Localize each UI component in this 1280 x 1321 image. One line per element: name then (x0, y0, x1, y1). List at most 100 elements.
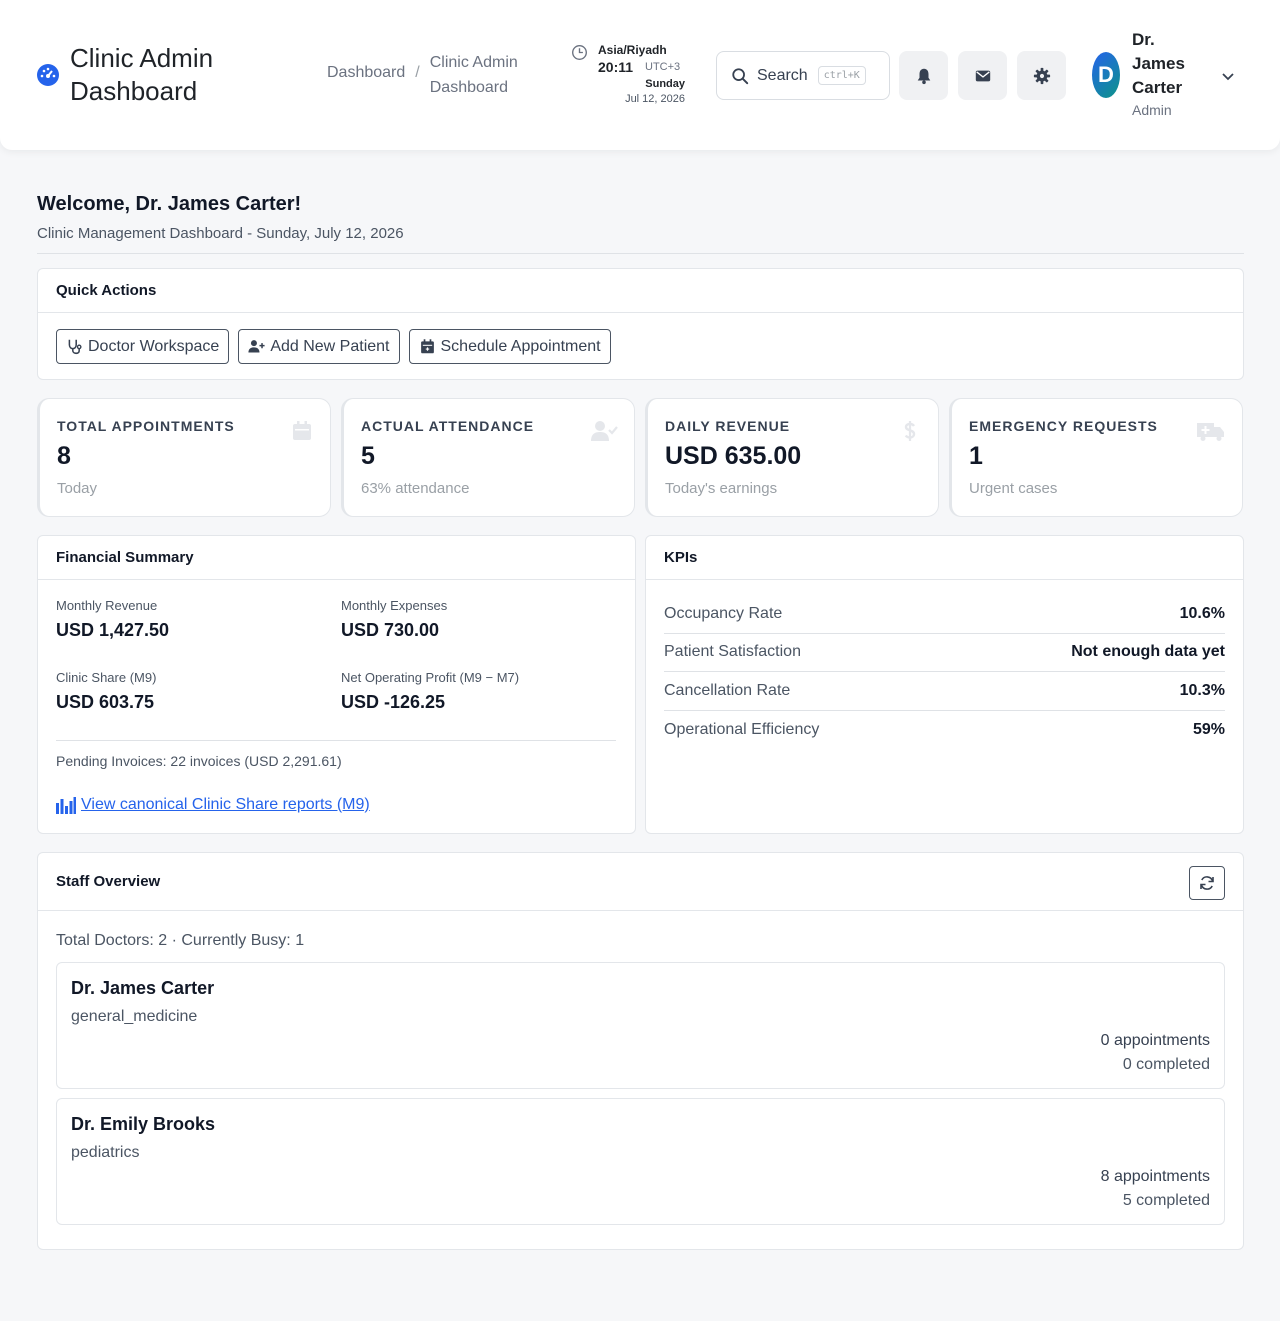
chart-bar-icon (56, 796, 76, 814)
page-title: Welcome, Dr. James Carter! (37, 193, 302, 215)
stat-card-total-appointments: TOTAL APPOINTMENTS 8 Today (37, 398, 331, 517)
stat-value: 8 (57, 442, 71, 470)
doctor-workspace-label: Doctor Workspace (88, 337, 220, 355)
divider (37, 253, 1244, 254)
stat-label: DAILY REVENUE (665, 418, 791, 434)
pending-invoices: Pending Invoices: 22 invoices (USD 2,291… (56, 753, 342, 769)
doctor-name: Dr. Emily Brooks (71, 1114, 216, 1134)
schedule-appointment-button[interactable]: Schedule Appointment (408, 329, 611, 364)
kpi-label: Operational Efficiency (664, 720, 820, 738)
user-menu[interactable]: Dr. James Carter Admin (1132, 28, 1202, 118)
stat-subtext: Urgent cases (969, 480, 1058, 497)
financial-summary-card: Financial Summary Monthly Revenue USD 1,… (37, 535, 636, 834)
gauge-icon (37, 64, 59, 86)
stat-subtext: Today (57, 480, 98, 497)
stat-card-emergency-requests: EMERGENCY REQUESTS 1 Urgent cases (949, 398, 1243, 517)
kpi-label: Patient Satisfaction (664, 643, 801, 661)
refresh-button[interactable] (1189, 866, 1225, 900)
clock-time: 20:11 (598, 59, 634, 75)
stat-subtext: Today's earnings (665, 480, 778, 497)
clinic-share-reports-label: View canonical Clinic Share reports (M9) (81, 796, 370, 813)
fin-monthly-expenses: Monthly Expenses USD 730.00 (341, 598, 621, 641)
doctor-specialty: general_medicine (71, 1008, 198, 1025)
dollar-icon (904, 421, 916, 441)
kpi-row-operational-efficiency: Operational Efficiency 59% (664, 711, 1225, 750)
fin-value: USD 1,427.50 (56, 620, 170, 640)
brand[interactable]: Clinic Admin Dashboard (36, 42, 270, 108)
schedule-appointment-label: Schedule Appointment (440, 337, 601, 355)
stat-value: 5 (361, 442, 375, 470)
kpi-label: Cancellation Rate (664, 681, 791, 699)
kpis-title: KPIs (646, 536, 1243, 580)
refresh-icon (1200, 876, 1214, 890)
user-plus-icon (248, 340, 265, 353)
doctor-card[interactable]: Dr. Emily Brooks pediatrics 8 appointmen… (56, 1098, 1225, 1225)
stat-value: USD 635.00 (665, 442, 802, 470)
avatar[interactable]: D (1092, 52, 1120, 98)
user-check-icon (591, 421, 618, 441)
kpi-row-patient-satisfaction: Patient Satisfaction Not enough data yet (664, 634, 1225, 672)
quick-actions-title: Quick Actions (38, 269, 1243, 313)
add-new-patient-label: Add New Patient (270, 337, 390, 355)
fin-label: Monthly Expenses (341, 598, 448, 613)
kpi-value: 10.6% (1179, 604, 1225, 622)
clinic-share-reports-link[interactable]: View canonical Clinic Share reports (M9) (56, 796, 370, 814)
kpi-value: Not enough data yet (1071, 643, 1225, 661)
bell-icon (917, 68, 930, 84)
kpi-value: 59% (1192, 720, 1225, 738)
page-subtitle: Clinic Management Dashboard - Sunday, Ju… (37, 225, 404, 242)
user-name: Dr. James Carter (1132, 30, 1185, 97)
kpi-row-cancellation-rate: Cancellation Rate 10.3% (664, 672, 1225, 711)
doctor-workspace-button[interactable]: Doctor Workspace (56, 329, 230, 364)
clock-utc-offset: UTC+3 (645, 61, 681, 73)
calendar-icon (293, 421, 311, 440)
divider (56, 740, 616, 741)
clock-icon (572, 45, 587, 60)
staff-overview-title: Staff Overview (38, 853, 1243, 911)
doctor-card[interactable]: Dr. James Carter general_medicine 0 appo… (56, 962, 1225, 1089)
envelope-icon (975, 70, 990, 81)
timezone-clock: Asia/Riyadh 20:11 UTC+3 Sunday Jul 12, 2… (571, 43, 686, 107)
chevron-down-icon[interactable] (1220, 68, 1236, 84)
add-new-patient-button[interactable]: Add New Patient (238, 329, 400, 364)
financial-summary-title: Financial Summary (38, 536, 635, 580)
doctor-specialty: pediatrics (71, 1144, 140, 1161)
clock-timezone: Asia/Riyadh (598, 43, 667, 57)
fin-label: Net Operating Profit (M9 − M7) (341, 670, 520, 685)
stethoscope-icon (68, 339, 82, 355)
search-icon (732, 67, 749, 84)
clock-weekday: Sunday (645, 78, 685, 90)
breadcrumb-separator: / (415, 64, 420, 81)
doctor-completed: 5 completed (1122, 1192, 1210, 1209)
fin-net-operating-profit: Net Operating Profit (M9 − M7) USD -126.… (341, 670, 621, 713)
staff-summary: Total Doctors: 2 · Currently Busy: 1 (56, 932, 305, 949)
kpi-label: Occupancy Rate (664, 604, 783, 622)
staff-overview-card: Staff Overview Total Doctors: 2 · Curren… (37, 852, 1244, 1250)
fin-value: USD 603.75 (56, 692, 155, 712)
top-header: Clinic Admin Dashboard Dashboard / Clini… (0, 0, 1280, 150)
fin-value: USD -126.25 (341, 692, 446, 712)
ambulance-icon (1197, 423, 1224, 441)
kpi-row-occupancy-rate: Occupancy Rate 10.6% (664, 595, 1225, 634)
search-label: Search (757, 66, 808, 84)
stat-card-actual-attendance: ACTUAL ATTENDANCE 5 63% attendance (341, 398, 635, 517)
fin-label: Clinic Share (M9) (56, 670, 157, 685)
user-role: Admin (1132, 102, 1172, 118)
stat-card-daily-revenue: DAILY REVENUE USD 635.00 Today's earning… (645, 398, 939, 517)
stat-subtext: 63% attendance (361, 480, 470, 497)
clock-date: Jul 12, 2026 (625, 93, 685, 105)
breadcrumb: Dashboard / Clinic Admin Dashboard (327, 50, 540, 100)
gear-icon (1033, 67, 1050, 84)
kpi-value: 10.3% (1179, 681, 1225, 699)
welcome-section: Welcome, Dr. James Carter! Clinic Manage… (37, 193, 404, 242)
doctor-appointments: 8 appointments (1100, 1168, 1210, 1185)
search-button[interactable]: Search ctrl+K (716, 51, 890, 100)
notifications-button[interactable] (899, 51, 948, 100)
kpi-list: Occupancy Rate 10.6% Patient Satisfactio… (664, 595, 1225, 749)
messages-button[interactable] (958, 51, 1007, 100)
settings-button[interactable] (1017, 51, 1066, 100)
fin-clinic-share: Clinic Share (M9) USD 603.75 (56, 670, 336, 713)
breadcrumb-home[interactable]: Dashboard (327, 64, 405, 82)
calendar-icon (420, 339, 434, 354)
kpis-card: KPIs Occupancy Rate 10.6% Patient Satisf… (645, 535, 1244, 834)
